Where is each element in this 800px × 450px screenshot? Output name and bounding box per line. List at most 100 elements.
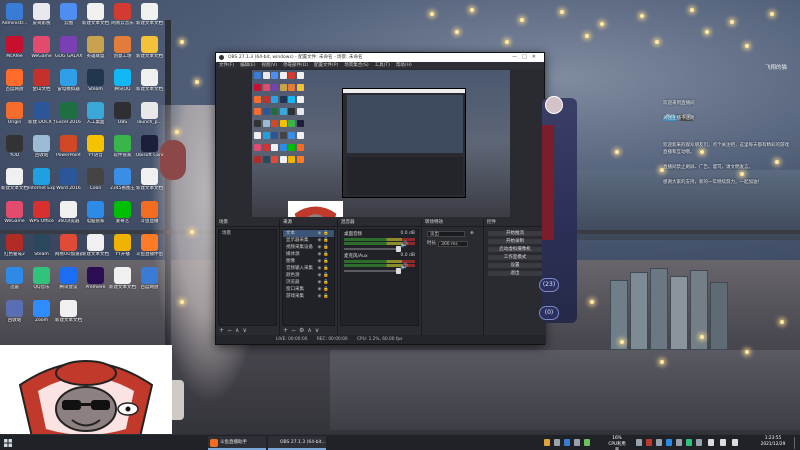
tray-app-icon[interactable]	[564, 439, 570, 446]
transitions-body: 淡出 ⊕ 时长 300 ms	[424, 229, 481, 249]
source-item[interactable]: 图像 ◉🔒	[283, 258, 334, 265]
preview-desktop-icon	[288, 120, 295, 127]
obs-preview[interactable]	[252, 70, 510, 217]
transition-add-icon[interactable]: ⊕	[470, 229, 474, 239]
source-visibility-lock-icon[interactable]: ◉🔒	[317, 251, 331, 258]
source-visibility-lock-icon[interactable]: ◉🔒	[317, 286, 331, 293]
tray-app-icon[interactable]	[574, 439, 580, 446]
mixer-dock: 混音器 桌面音频 0.0 dB 🔊 麦克风/Aux 0.0 dB 🔊	[338, 219, 422, 336]
viewer-count-button[interactable]: (23)	[539, 278, 559, 292]
tray-app-icon[interactable]	[584, 439, 590, 446]
tray-app-icon[interactable]	[666, 439, 672, 446]
source-item[interactable]: 文本 ◉🔒	[283, 230, 334, 237]
start-button[interactable]	[2, 436, 14, 450]
cpu-usage[interactable]: 16% CPU利用率	[607, 436, 627, 450]
volume-slider[interactable]	[344, 246, 402, 252]
desktop-icon-label: 新建文本文档	[82, 252, 109, 257]
control-button[interactable]: 工作室模式	[487, 254, 543, 261]
taskbar-app-icon	[270, 439, 278, 447]
input-method-icon[interactable]	[732, 439, 738, 446]
obs-menu-item[interactable]: 编辑(E)	[240, 63, 255, 68]
tray-app-icon[interactable]	[686, 439, 692, 446]
control-button[interactable]: 启动虚拟摄像机	[487, 246, 543, 253]
tray-app-icon[interactable]	[544, 439, 550, 446]
source-item[interactable]: 音频输入采集 ◉🔒	[283, 265, 334, 272]
sources-list[interactable]: 文本 ◉🔒 显示器采集 ◉🔒 视频采集设备 ◉🔒 媒体源 ◉🔒 图像 ◉🔒 音频输入采集 ◉🔒 颜色源 ◉…	[282, 229, 335, 326]
desktop-icon[interactable]: Premiere	[82, 266, 109, 304]
window-controls[interactable]: —□✕	[512, 53, 541, 62]
obs-menu-item[interactable]: 文件(F)	[219, 63, 234, 68]
scene-item[interactable]: 场景	[219, 230, 276, 237]
source-item[interactable]: 颜色源 ◉🔒	[283, 272, 334, 279]
obs-window[interactable]: OBS 27.1.3 (64-bit, windows) - 配置文件: 未命名…	[215, 52, 546, 345]
network-icon[interactable]	[708, 439, 714, 446]
source-visibility-lock-icon[interactable]: ◉🔒	[317, 272, 331, 279]
scenes-toolbar[interactable]: +−∧∨	[219, 327, 250, 334]
source-item[interactable]: 窗口采集 ◉🔒	[283, 286, 334, 293]
obs-title-bar[interactable]: OBS 27.1.3 (64-bit, windows) - 配置文件: 未命名…	[216, 53, 544, 62]
transition-type-select[interactable]: 淡出	[427, 231, 465, 237]
tray-app-icon[interactable]	[646, 439, 652, 446]
speaker-icon[interactable]: 🔊	[401, 241, 408, 248]
transition-duration-input[interactable]: 300 ms	[438, 241, 468, 247]
app-icon	[141, 3, 158, 20]
control-button[interactable]: 退出	[487, 270, 543, 277]
desktop-icon[interactable]: Zoom	[28, 299, 55, 337]
show-desktop-button[interactable]	[794, 437, 797, 449]
app-icon	[114, 102, 131, 119]
desktop-icon[interactable]: 回收站	[1, 299, 28, 337]
preview-pilot-cat-icon	[294, 206, 337, 217]
control-button[interactable]: 设置	[487, 262, 543, 269]
obs-menu-item[interactable]: 场景集合(S)	[344, 63, 368, 68]
tray-app-icon[interactable]	[676, 439, 682, 446]
desktop-icon-label: Ubisoft Connect	[136, 153, 163, 158]
desktop-icon-label: 斗鱼直播伴侣	[136, 252, 163, 257]
volume-slider[interactable]	[344, 268, 402, 274]
app-icon	[87, 69, 104, 86]
desktop-icon-label: 新建文本文档	[55, 318, 82, 323]
desktop-icon[interactable]: 新建文本文档	[55, 299, 82, 337]
source-item[interactable]: 媒体源 ◉🔒	[283, 251, 334, 258]
obs-menu-item[interactable]: 停靠部件(D)	[283, 63, 308, 68]
obs-menu-item[interactable]: 视图(V)	[261, 63, 277, 68]
source-visibility-lock-icon[interactable]: ◉🔒	[317, 293, 331, 300]
taskbar-app-button[interactable]: 斗鱼直播助手	[208, 436, 266, 450]
speaker-icon[interactable]: 🔊	[401, 263, 408, 270]
taskbar-clock[interactable]: 1:23:55 2021/12/29	[756, 436, 790, 448]
desktop-icon[interactable]: 新建文本文档	[109, 266, 136, 304]
volume-icon[interactable]	[720, 439, 726, 446]
source-item[interactable]: 浏览器 ◉🔒	[283, 279, 334, 286]
source-visibility-lock-icon[interactable]: ◉🔒	[317, 237, 331, 244]
source-item[interactable]: 显示器采集 ◉🔒	[283, 237, 334, 244]
control-button[interactable]: 开始录制	[487, 238, 543, 245]
gift-count-button[interactable]: (0)	[539, 306, 559, 320]
source-visibility-lock-icon[interactable]: ◉🔒	[317, 279, 331, 286]
desktop-icon-label: 腾讯会议	[59, 285, 78, 290]
tray-app-icon[interactable]	[656, 439, 662, 446]
source-visibility-lock-icon[interactable]: ◉🔒	[317, 244, 331, 251]
app-icon	[87, 267, 104, 284]
obs-menu-item[interactable]: 配置文件(P)	[314, 63, 338, 68]
source-visibility-lock-icon[interactable]: ◉🔒	[317, 265, 331, 272]
source-visibility-lock-icon[interactable]: ◉🔒	[317, 230, 331, 237]
control-button[interactable]: 开始推流	[487, 230, 543, 237]
desktop-icon[interactable]: 百度网盘	[136, 266, 163, 304]
desktop-icon-label: QQ音乐	[33, 285, 50, 290]
avatar[interactable]	[545, 96, 563, 114]
tray-app-icon[interactable]	[696, 439, 702, 446]
app-icon	[87, 234, 104, 251]
preview-nested-obs	[342, 88, 466, 198]
source-item[interactable]: 游戏采集 ◉🔒	[283, 293, 334, 300]
wallpaper-book	[690, 270, 708, 350]
obs-menu-item[interactable]: 工具(T)	[375, 63, 390, 68]
taskbar-app-button[interactable]: OBS 27.1.3 (64-bit...	[268, 436, 326, 450]
scenes-list[interactable]: 场景	[218, 229, 277, 326]
app-icon	[6, 300, 23, 317]
obs-menu-item[interactable]: 帮助(H)	[396, 63, 412, 68]
sources-toolbar[interactable]: +−⚙∧∨	[283, 327, 322, 334]
source-visibility-lock-icon[interactable]: ◉🔒	[317, 258, 331, 265]
chevron-up-icon[interactable]	[636, 439, 642, 446]
app-icon	[33, 234, 50, 251]
tray-app-icon[interactable]	[554, 439, 560, 446]
source-item[interactable]: 视频采集设备 ◉🔒	[283, 244, 334, 251]
